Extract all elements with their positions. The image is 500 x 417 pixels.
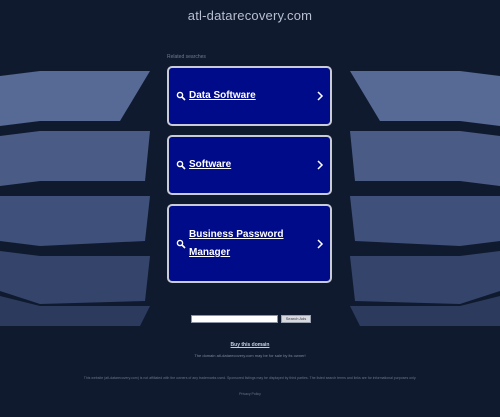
related-searches-label: Related searches: [167, 54, 206, 60]
related-link-label: Business Password Manager: [189, 228, 284, 258]
chevron-right-icon: [317, 160, 324, 170]
chevron-right-icon: [317, 91, 324, 101]
search-icon: [176, 91, 186, 101]
related-link-data-software[interactable]: Data Software: [167, 66, 332, 126]
search-button[interactable]: Search Ads: [281, 315, 311, 323]
chevron-right-icon: [317, 238, 324, 249]
search-bar: Search Ads: [191, 315, 311, 323]
related-link-business-password-manager[interactable]: Business Password Manager: [167, 204, 332, 283]
disclaimer-text: This website (atl-datarecovery.com) is n…: [83, 376, 417, 380]
domain-title: atl-datarecovery.com: [187, 8, 313, 23]
buy-domain-link[interactable]: Buy this domain: [0, 342, 500, 348]
privacy-policy-link[interactable]: Privacy Policy: [0, 392, 500, 396]
parked-domain-page: atl-datarecovery.com Related searches Da…: [0, 0, 500, 417]
owner-note: The domain atl-datarecovery.com may be f…: [194, 353, 306, 358]
left-decoration: [0, 71, 150, 326]
related-link-label: Data Software: [189, 90, 256, 101]
search-icon: [176, 160, 186, 170]
right-decoration: [350, 71, 500, 326]
related-link-label: Software: [189, 159, 232, 170]
search-icon: [176, 239, 186, 249]
related-link-software[interactable]: Software: [167, 135, 332, 195]
search-input[interactable]: [191, 315, 278, 323]
